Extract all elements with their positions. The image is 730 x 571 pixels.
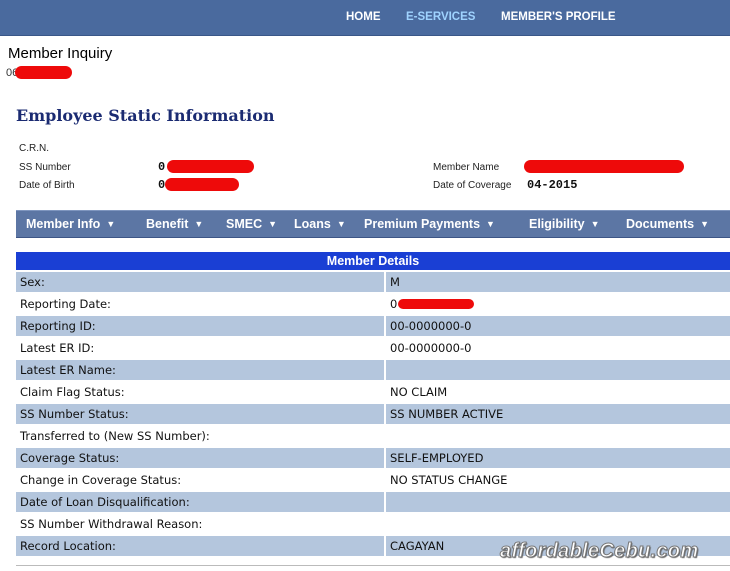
table-row: Latest ER ID: 00-0000000-0 <box>16 338 730 358</box>
row-label: Reporting ID: <box>16 316 384 336</box>
employee-static-info-title: Employee Static Information <box>16 106 275 125</box>
menu-label: Documents <box>626 217 695 231</box>
divider <box>16 565 730 566</box>
date-of-coverage-label: Date of Coverage <box>433 180 512 191</box>
table-row: Change in Coverage Status: NO STATUS CHA… <box>16 470 730 490</box>
ss-number-value: 0 <box>158 160 166 174</box>
row-label: Coverage Status: <box>16 448 384 468</box>
menu-label: Premium Payments <box>364 217 481 231</box>
row-label: Sex: <box>16 272 384 292</box>
row-value <box>386 514 730 534</box>
row-label: Date of Loan Disqualification: <box>16 492 384 512</box>
row-label: Record Location: <box>16 536 384 556</box>
nav-home-link[interactable]: HOME <box>346 11 381 23</box>
row-value: 00-0000000-0 <box>386 316 730 336</box>
caret-down-icon: ▼ <box>268 219 278 229</box>
row-label: Change in Coverage Status: <box>20 473 182 487</box>
menu-label: SMEC <box>226 217 263 231</box>
row-value: M <box>386 272 730 292</box>
redaction-mark <box>167 160 254 173</box>
table-row: Coverage Status: SELF-EMPLOYED <box>16 448 730 468</box>
crn-label: C.R.N. <box>19 143 49 154</box>
table-row: Transferred to (New SS Number): <box>16 426 730 446</box>
member-details-table: Sex: M Reporting Date: 0 Reporting ID: 0… <box>16 272 730 558</box>
caret-down-icon: ▼ <box>700 219 709 229</box>
redaction-mark <box>165 178 239 191</box>
row-label: SS Number Status: <box>16 404 384 424</box>
date-of-coverage-value: 04-2015 <box>527 178 578 192</box>
menu-label: Member Info <box>26 217 101 231</box>
member-details-header: Member Details <box>16 252 730 270</box>
table-row: Date of Loan Disqualification: <box>16 492 730 512</box>
row-value <box>386 360 730 380</box>
table-row: SS Number Withdrawal Reason: <box>16 514 730 534</box>
redaction-mark <box>398 299 474 309</box>
menu-benefit[interactable]: Benefit ▼ <box>146 217 203 231</box>
menu-member-info[interactable]: Member Info ▼ <box>26 217 115 231</box>
menu-eligibility[interactable]: Eligibility ▼ <box>529 217 599 231</box>
ss-number-label: SS Number <box>19 162 71 173</box>
row-value: SELF-EMPLOYED <box>386 448 730 468</box>
row-label: Latest ER ID: <box>20 341 95 355</box>
nav-eservices-link[interactable]: E-SERVICES <box>406 11 475 23</box>
top-nav-bar: HOME E-SERVICES MEMBER'S PROFILE <box>0 0 730 36</box>
watermark: affordableCebu.com <box>499 540 699 563</box>
row-value: NO CLAIM <box>390 385 448 399</box>
member-inquiry-title: Member Inquiry <box>8 45 113 62</box>
table-row: Reporting Date: 0 <box>16 294 730 314</box>
caret-down-icon: ▼ <box>194 219 204 229</box>
row-value: NO STATUS CHANGE <box>390 473 508 487</box>
menu-documents[interactable]: Documents ▼ <box>626 217 709 231</box>
menu-loans[interactable]: Loans ▼ <box>294 217 346 231</box>
caret-down-icon: ▼ <box>336 219 346 229</box>
row-value: SS NUMBER ACTIVE <box>386 404 730 424</box>
caret-down-icon: ▼ <box>106 219 116 229</box>
caret-down-icon: ▼ <box>486 219 495 229</box>
row-label: Claim Flag Status: <box>20 385 125 399</box>
menu-label: Loans <box>294 217 331 231</box>
redaction-mark <box>524 160 684 173</box>
nav-members-profile-link[interactable]: MEMBER'S PROFILE <box>501 11 616 23</box>
dob-label: Date of Birth <box>19 180 75 191</box>
row-label: SS Number Withdrawal Reason: <box>20 517 203 531</box>
table-row: Latest ER Name: <box>16 360 730 380</box>
row-label: Reporting Date: <box>20 297 111 311</box>
menu-premium-payments[interactable]: Premium Payments ▼ <box>364 217 495 231</box>
menu-label: Benefit <box>146 217 189 231</box>
row-label: Latest ER Name: <box>16 360 384 380</box>
member-name-label: Member Name <box>433 162 500 173</box>
caret-down-icon: ▼ <box>590 219 600 229</box>
table-row: Reporting ID: 00-0000000-0 <box>16 316 730 336</box>
table-row: SS Number Status: SS NUMBER ACTIVE <box>16 404 730 424</box>
row-value: 00-0000000-0 <box>390 341 472 355</box>
redaction-mark <box>15 66 72 79</box>
menu-label: Eligibility <box>529 217 585 231</box>
member-menu-bar: Member Info ▼ Benefit ▼ SMEC ▼ Loans ▼ Premi… <box>16 210 730 238</box>
row-value <box>386 492 730 512</box>
menu-smec[interactable]: SMEC ▼ <box>226 217 277 231</box>
table-row: Claim Flag Status: NO CLAIM <box>16 382 730 402</box>
row-label: Transferred to (New SS Number): <box>20 429 210 443</box>
row-value <box>386 426 730 446</box>
table-row: Sex: M <box>16 272 730 292</box>
